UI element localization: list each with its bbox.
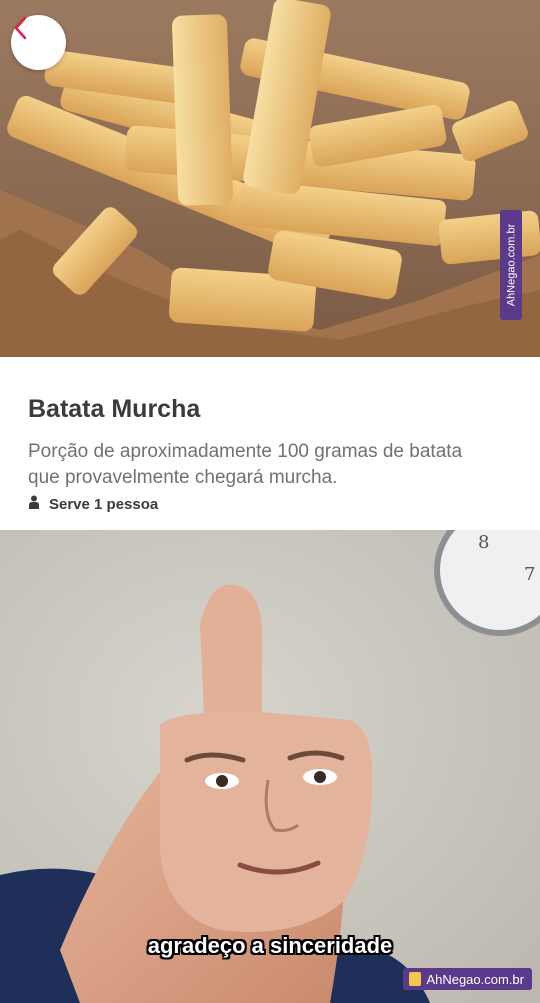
clock-number-7: 7 [524, 564, 535, 585]
watermark-logo: AhNegao.com.br [500, 210, 522, 320]
french-fries-illustration [0, 0, 540, 357]
person-icon [28, 495, 40, 513]
product-title: Batata Murcha [28, 395, 201, 423]
product-photo: AhNegao.com.br [0, 0, 540, 357]
product-description: Porção de aproximadamente 100 gramas de … [28, 441, 463, 488]
ahnegao-logo-icon [409, 972, 422, 986]
serves-label: Serve 1 pessoa [49, 495, 159, 513]
watermark-text: AhNegao.com.br [505, 223, 518, 307]
product-info-card: Batata Murcha Porção de aproximadamente … [0, 357, 540, 530]
watermark-logo: AhNegao.com.br [403, 968, 532, 990]
watermark-text: AhNegao.com.br [426, 971, 524, 987]
clock-number-8: 8 [478, 532, 489, 553]
meme-image: 8 7 agradeço a sinceridade AhNegao.com.b… [0, 530, 540, 1003]
meme-caption: agradeço a sinceridade [147, 933, 393, 958]
back-button[interactable] [11, 15, 66, 70]
serves-info: Serve 1 pessoa [28, 495, 158, 513]
